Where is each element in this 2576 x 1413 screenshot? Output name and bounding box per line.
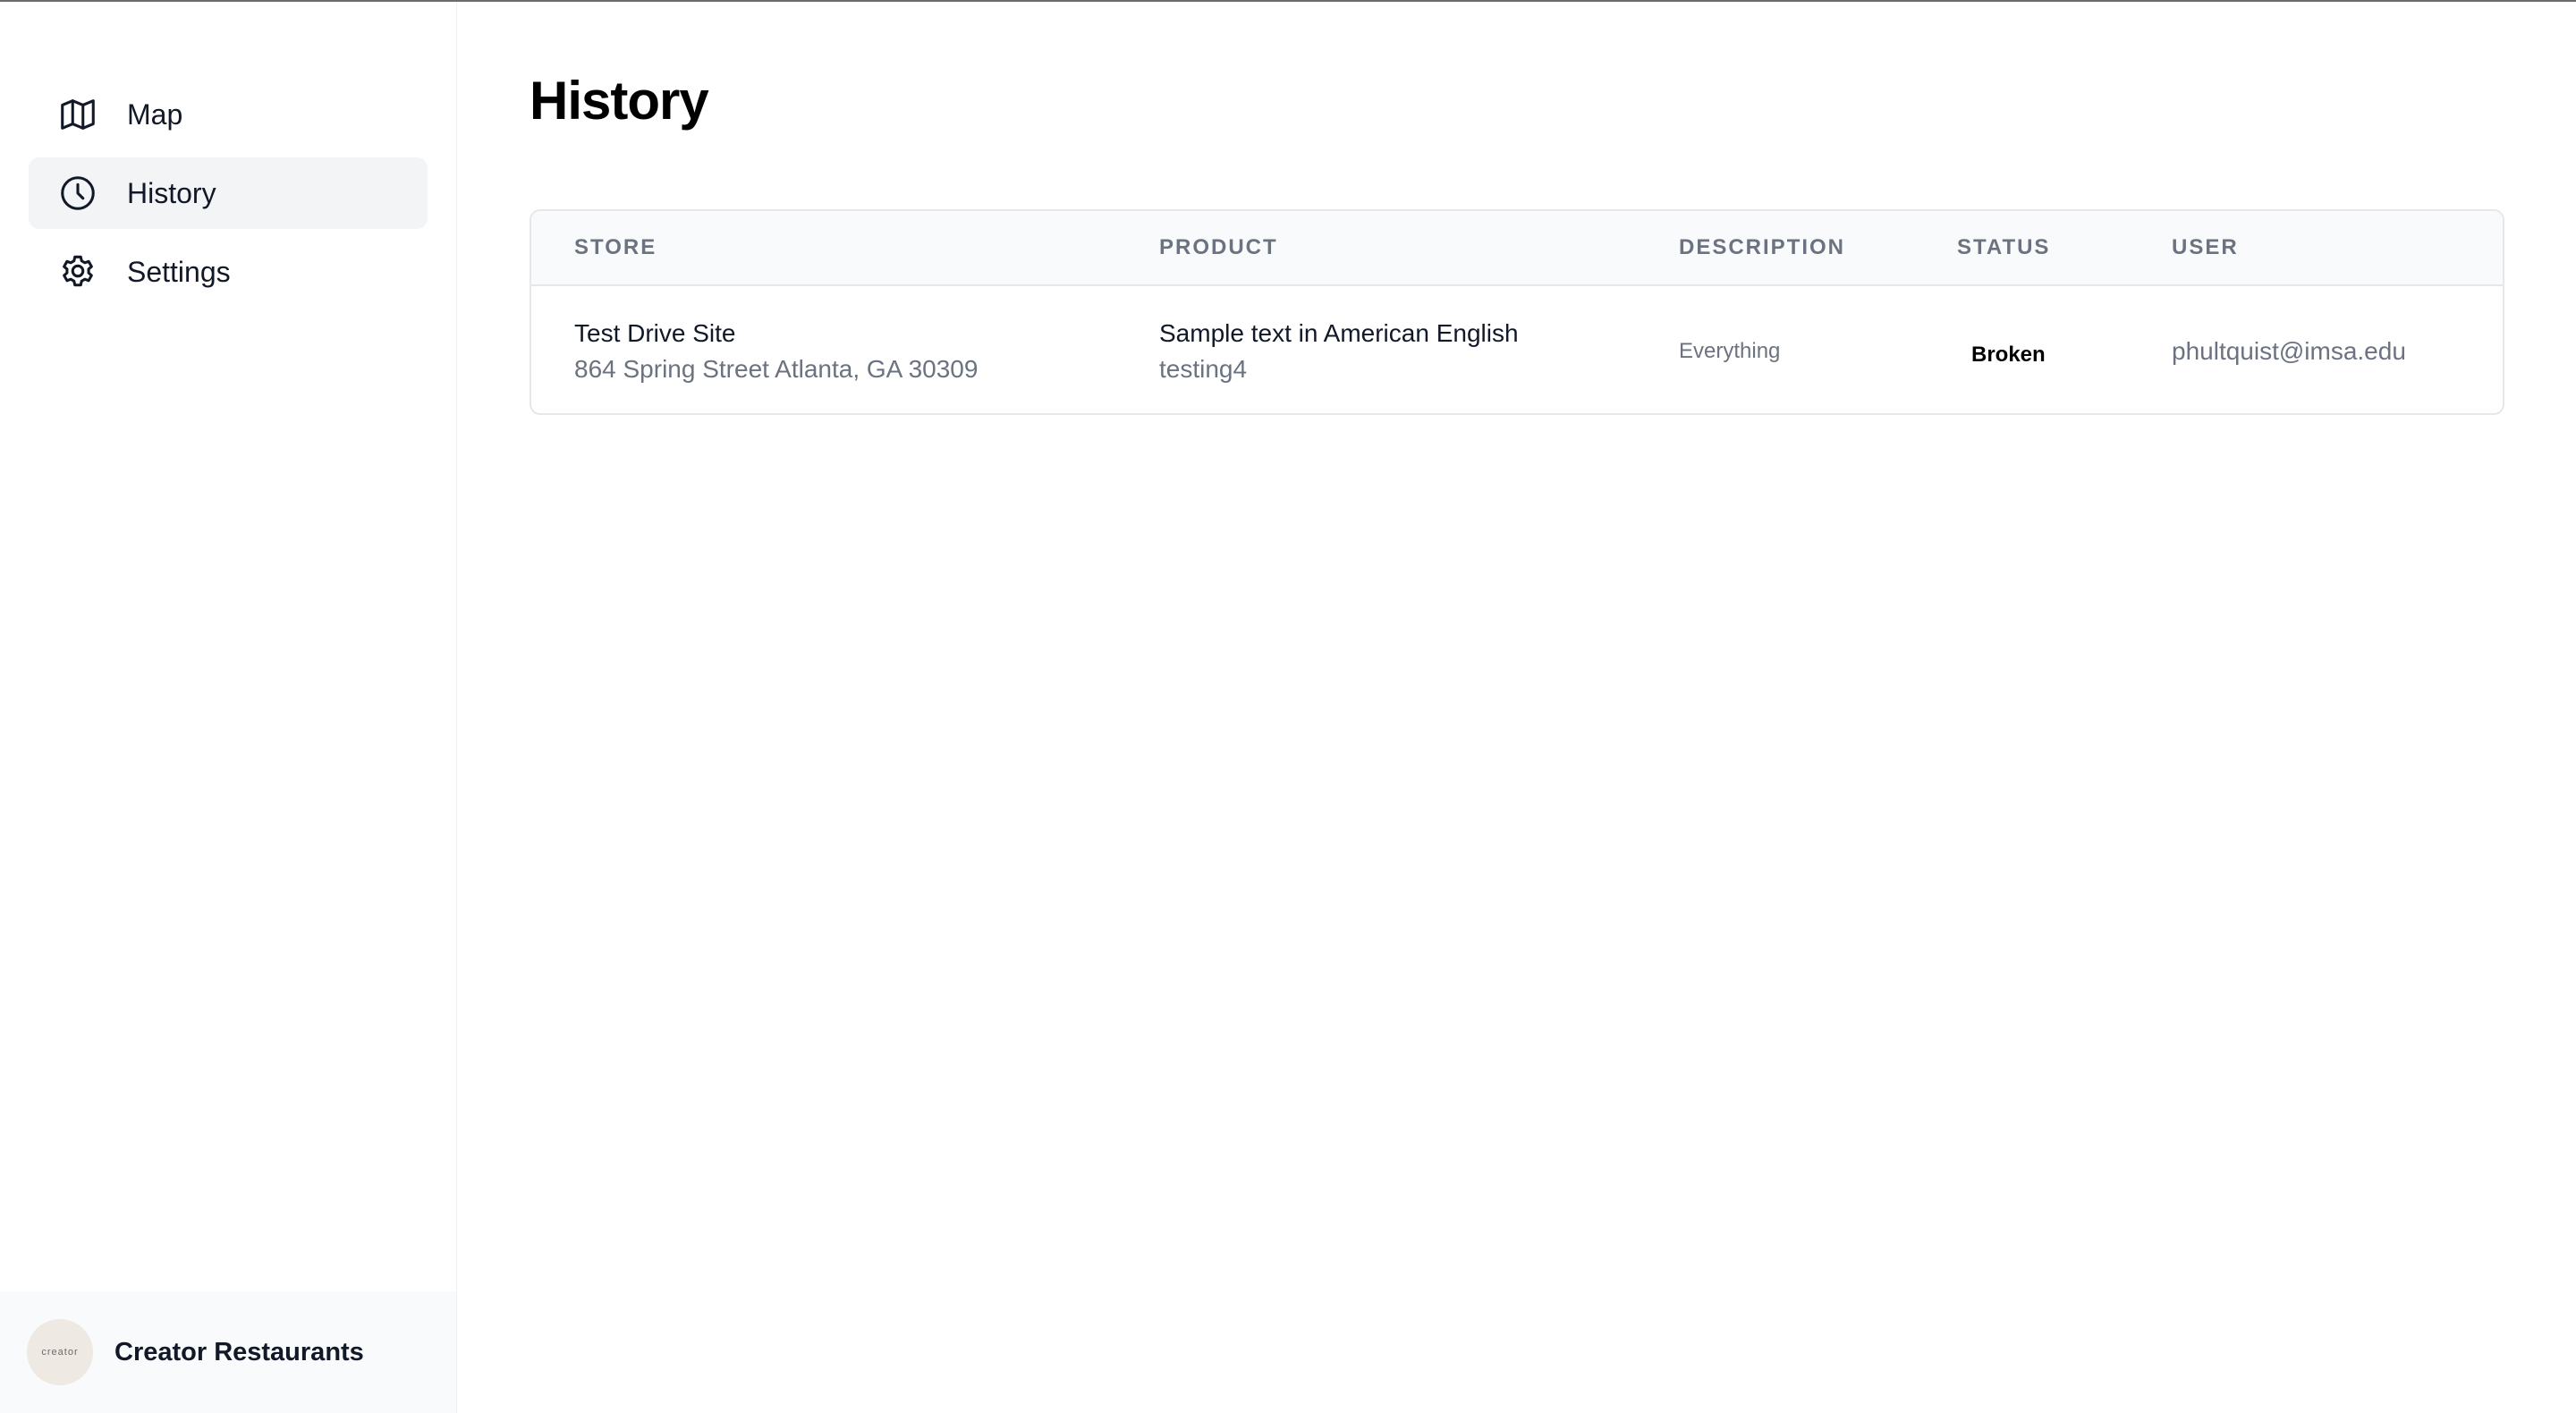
column-header-store: STORE [574,235,657,259]
sidebar: Map History Settings creator Creator Res… [0,2,457,1413]
avatar-text: creator [41,1347,79,1358]
table-row[interactable]: Test Drive Site 864 Spring Street Atlant… [531,286,2503,413]
sidebar-item-label: Map [127,97,183,131]
avatar: creator [27,1319,93,1385]
product-cell: Sample text in American English testing4 [1159,286,1519,413]
sidebar-item-map[interactable]: Map [29,79,428,150]
clock-icon [57,173,98,214]
map-icon [57,94,98,135]
organization-name: Creator Restaurants [114,1337,364,1366]
store-cell: Test Drive Site 864 Spring Street Atlant… [574,286,979,413]
store-address: 864 Spring Street Atlanta, GA 30309 [574,355,979,383]
sidebar-nav: Map History Settings [29,79,428,315]
sidebar-item-label: Settings [127,255,231,288]
description-cell: Everything [1679,286,1781,413]
page-title: History [530,71,709,131]
user-email: phultquist@imsa.edu [2172,337,2406,365]
description-text: Everything [1679,339,1781,363]
sidebar-item-label: History [127,176,216,209]
column-header-user: USER [2172,235,2239,259]
table-header: STORE PRODUCT DESCRIPTION STATUS USER [531,211,2503,286]
gear-icon [57,251,98,292]
sidebar-item-settings[interactable]: Settings [29,236,428,308]
status-badge: Broken [1957,339,2060,371]
column-header-description: DESCRIPTION [1679,235,1846,259]
status-cell: Broken [1957,290,2060,413]
history-table: STORE PRODUCT DESCRIPTION STATUS USER Te… [530,209,2504,415]
column-header-product: PRODUCT [1159,235,1278,259]
user-cell: phultquist@imsa.edu [2172,286,2406,413]
account-switcher[interactable]: creator Creator Restaurants [0,1291,456,1413]
product-id: testing4 [1159,355,1248,383]
column-header-status: STATUS [1957,235,2051,259]
product-name: Sample text in American English [1159,319,1519,347]
sidebar-item-history[interactable]: History [29,157,428,229]
store-name: Test Drive Site [574,319,736,347]
